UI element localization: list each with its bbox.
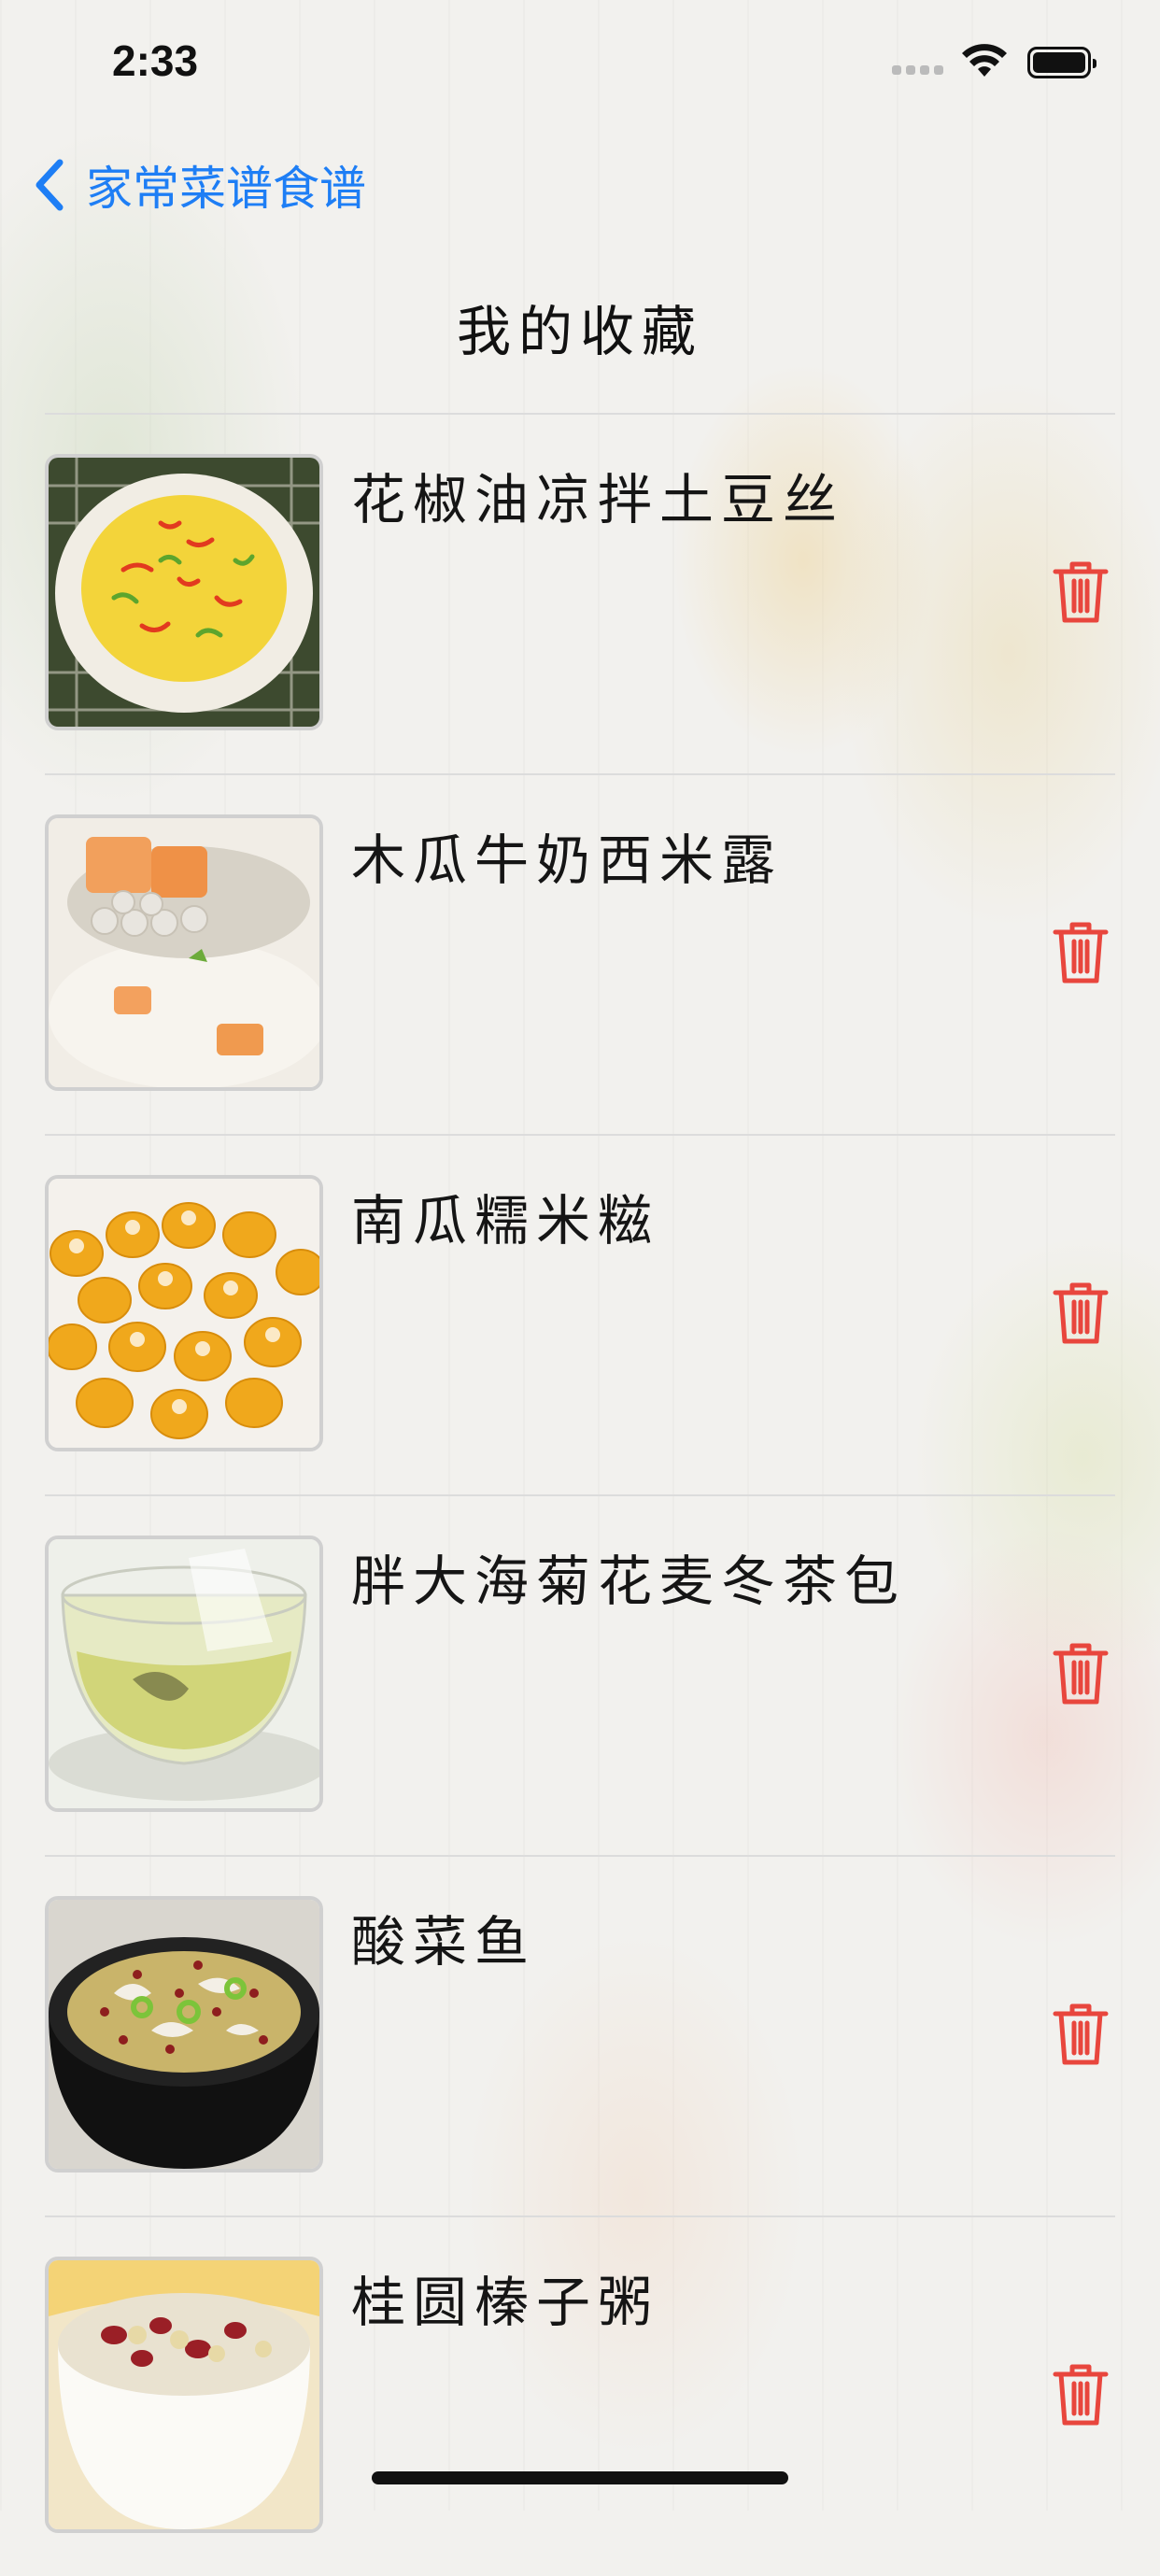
- trash-icon[interactable]: [1052, 1280, 1110, 1347]
- recipe-thumbnail: [45, 1536, 323, 1812]
- home-indicator[interactable]: [372, 2471, 788, 2484]
- recipe-name: 木瓜牛奶西米露: [351, 828, 784, 892]
- cellular-signal-icon: [892, 65, 944, 77]
- wifi-icon: [962, 44, 1007, 77]
- favorites-list: 花椒油凉拌土豆丝 木瓜牛奶西米露 南瓜糯米糍 胖大海菊花麦冬茶包 酸菜鱼 桂圆榛…: [45, 413, 1115, 2576]
- trash-icon[interactable]: [1052, 919, 1110, 986]
- trash-icon[interactable]: [1052, 559, 1110, 626]
- page-title: 我的收藏: [456, 300, 703, 363]
- list-item[interactable]: 胖大海菊花麦冬茶包: [45, 1494, 1115, 1855]
- list-item[interactable]: 南瓜糯米糍: [45, 1134, 1115, 1494]
- back-button[interactable]: 家常菜谱食谱: [34, 149, 366, 220]
- recipe-thumbnail: [45, 454, 323, 730]
- recipe-name: 桂圆榛子粥: [351, 2271, 660, 2334]
- list-item[interactable]: 桂圆榛子粥: [45, 2215, 1115, 2576]
- list-item[interactable]: 酸菜鱼: [45, 1855, 1115, 2215]
- trash-icon[interactable]: [1052, 1640, 1110, 1707]
- recipe-thumbnail: [45, 814, 323, 1091]
- recipe-thumbnail: [45, 1896, 323, 2173]
- list-item[interactable]: 花椒油凉拌土豆丝: [45, 413, 1115, 773]
- back-button-label: 家常菜谱食谱: [86, 162, 366, 216]
- trash-icon[interactable]: [1052, 2361, 1110, 2428]
- recipe-name: 南瓜糯米糍: [351, 1189, 660, 1253]
- list-item[interactable]: 木瓜牛奶西米露: [45, 773, 1115, 1134]
- recipe-name: 酸菜鱼: [351, 1910, 537, 1974]
- recipe-name: 胖大海菊花麦冬茶包: [351, 1550, 907, 1613]
- trash-icon[interactable]: [1052, 2001, 1110, 2068]
- status-bar: 2:33: [0, 0, 1160, 123]
- recipe-thumbnail: [45, 2257, 323, 2533]
- status-time: 2:33: [112, 36, 199, 85]
- recipe-name: 花椒油凉拌土豆丝: [351, 468, 845, 531]
- battery-icon: [1027, 47, 1096, 78]
- recipe-thumbnail: [45, 1175, 323, 1451]
- chevron-left-icon: [35, 159, 64, 211]
